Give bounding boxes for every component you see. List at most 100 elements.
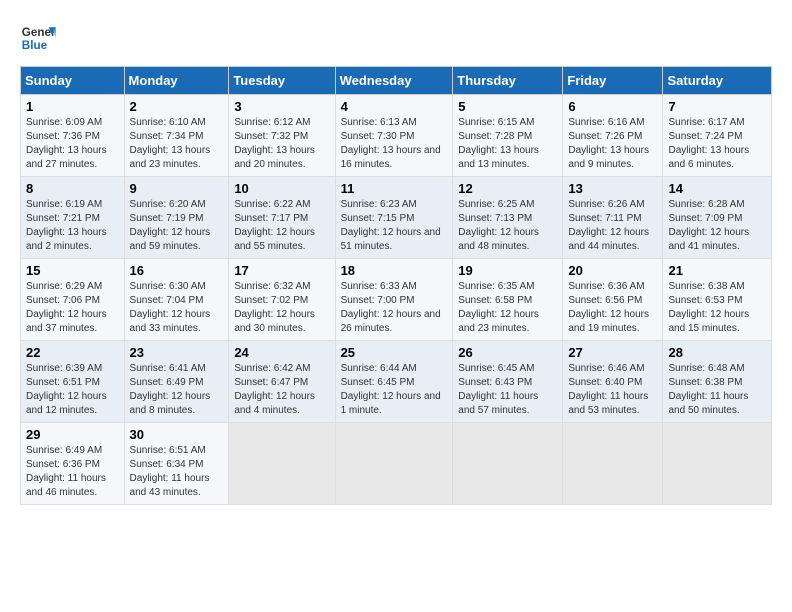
day-number: 29 bbox=[26, 427, 119, 442]
weekday-header: Thursday bbox=[453, 67, 563, 95]
calendar-day-cell bbox=[453, 423, 563, 505]
weekday-header: Friday bbox=[563, 67, 663, 95]
day-number: 27 bbox=[568, 345, 657, 360]
day-info: Sunrise: 6:16 AMSunset: 7:26 PMDaylight:… bbox=[568, 116, 657, 172]
day-info: Sunrise: 6:38 AMSunset: 6:53 PMDaylight:… bbox=[668, 280, 766, 336]
calendar-day-cell: 30Sunrise: 6:51 AMSunset: 6:34 PMDayligh… bbox=[124, 423, 229, 505]
calendar-day-cell: 2 Sunrise: 6:10 AMSunset: 7:34 PMDaylight… bbox=[124, 95, 229, 177]
calendar-week-row: 8 Sunrise: 6:19 AMSunset: 7:21 PMDaylight… bbox=[21, 177, 772, 259]
day-number: 10 bbox=[234, 181, 329, 196]
day-info: Sunrise: 6:49 AMSunset: 6:36 PMDaylight:… bbox=[26, 444, 119, 500]
weekday-header: Saturday bbox=[663, 67, 772, 95]
calendar-day-cell bbox=[229, 423, 335, 505]
day-number: 19 bbox=[458, 263, 557, 278]
day-number: 8 bbox=[26, 181, 119, 196]
day-number: 28 bbox=[668, 345, 766, 360]
calendar-day-cell: 23 Sunrise: 6:41 AMSunset: 6:49 PMDayligh… bbox=[124, 341, 229, 423]
calendar-day-cell: 6 Sunrise: 6:16 AMSunset: 7:26 PMDaylight… bbox=[563, 95, 663, 177]
calendar-day-cell: 29 Sunrise: 6:49 AMSunset: 6:36 PMDayligh… bbox=[21, 423, 125, 505]
calendar-day-cell bbox=[663, 423, 772, 505]
weekday-header-row: SundayMondayTuesdayWednesdayThursdayFrid… bbox=[21, 67, 772, 95]
day-number: 18 bbox=[341, 263, 448, 278]
calendar-day-cell: 17Sunrise: 6:32 AMSunset: 7:02 PMDayligh… bbox=[229, 259, 335, 341]
day-number: 2 bbox=[130, 99, 224, 114]
day-info: Sunrise: 6:45 AMSunset: 6:43 PMDaylight:… bbox=[458, 362, 557, 418]
calendar-day-cell: 18 Sunrise: 6:33 AMSunset: 7:00 PMDayligh… bbox=[335, 259, 453, 341]
day-info: Sunrise: 6:29 AMSunset: 7:06 PMDaylight:… bbox=[26, 280, 119, 336]
calendar-week-row: 29 Sunrise: 6:49 AMSunset: 6:36 PMDayligh… bbox=[21, 423, 772, 505]
day-info: Sunrise: 6:09 AMSunset: 7:36 PMDaylight:… bbox=[26, 116, 119, 172]
calendar-day-cell: 26Sunrise: 6:45 AMSunset: 6:43 PMDayligh… bbox=[453, 341, 563, 423]
calendar-day-cell: 10 Sunrise: 6:22 AMSunset: 7:17 PMDayligh… bbox=[229, 177, 335, 259]
calendar-week-row: 15 Sunrise: 6:29 AMSunset: 7:06 PMDayligh… bbox=[21, 259, 772, 341]
calendar-day-cell: 14 Sunrise: 6:28 AMSunset: 7:09 PMDayligh… bbox=[663, 177, 772, 259]
day-info: Sunrise: 6:35 AMSunset: 6:58 PMDaylight:… bbox=[458, 280, 557, 336]
calendar-day-cell: 25 Sunrise: 6:44 AMSunset: 6:45 PMDayligh… bbox=[335, 341, 453, 423]
calendar-day-cell: 19 Sunrise: 6:35 AMSunset: 6:58 PMDayligh… bbox=[453, 259, 563, 341]
day-info: Sunrise: 6:33 AMSunset: 7:00 PMDaylight:… bbox=[341, 280, 448, 336]
day-number: 17 bbox=[234, 263, 329, 278]
day-info: Sunrise: 6:36 AMSunset: 6:56 PMDaylight:… bbox=[568, 280, 657, 336]
calendar-day-cell: 7 Sunrise: 6:17 AMSunset: 7:24 PMDaylight… bbox=[663, 95, 772, 177]
calendar-day-cell: 15 Sunrise: 6:29 AMSunset: 7:06 PMDayligh… bbox=[21, 259, 125, 341]
day-info: Sunrise: 6:17 AMSunset: 7:24 PMDaylight:… bbox=[668, 116, 766, 172]
calendar-day-cell: 1 Sunrise: 6:09 AMSunset: 7:36 PMDaylight… bbox=[21, 95, 125, 177]
day-number: 30 bbox=[130, 427, 224, 442]
calendar-week-row: 1 Sunrise: 6:09 AMSunset: 7:36 PMDaylight… bbox=[21, 95, 772, 177]
calendar-day-cell: 16 Sunrise: 6:30 AMSunset: 7:04 PMDayligh… bbox=[124, 259, 229, 341]
day-number: 3 bbox=[234, 99, 329, 114]
day-info: Sunrise: 6:39 AMSunset: 6:51 PMDaylight:… bbox=[26, 362, 119, 418]
day-info: Sunrise: 6:46 AMSunset: 6:40 PMDaylight:… bbox=[568, 362, 657, 418]
day-number: 14 bbox=[668, 181, 766, 196]
calendar-day-cell: 12 Sunrise: 6:25 AMSunset: 7:13 PMDayligh… bbox=[453, 177, 563, 259]
calendar-day-cell: 11Sunrise: 6:23 AMSunset: 7:15 PMDayligh… bbox=[335, 177, 453, 259]
calendar-day-cell: 4Sunrise: 6:13 AMSunset: 7:30 PMDaylight… bbox=[335, 95, 453, 177]
day-number: 22 bbox=[26, 345, 119, 360]
day-number: 12 bbox=[458, 181, 557, 196]
day-number: 6 bbox=[568, 99, 657, 114]
calendar-day-cell: 9Sunrise: 6:20 AMSunset: 7:19 PMDaylight… bbox=[124, 177, 229, 259]
day-number: 5 bbox=[458, 99, 557, 114]
day-info: Sunrise: 6:30 AMSunset: 7:04 PMDaylight:… bbox=[130, 280, 224, 336]
day-number: 7 bbox=[668, 99, 766, 114]
day-number: 23 bbox=[130, 345, 224, 360]
day-number: 20 bbox=[568, 263, 657, 278]
calendar-day-cell bbox=[335, 423, 453, 505]
day-info: Sunrise: 6:22 AMSunset: 7:17 PMDaylight:… bbox=[234, 198, 329, 254]
day-info: Sunrise: 6:12 AMSunset: 7:32 PMDaylight:… bbox=[234, 116, 329, 172]
day-info: Sunrise: 6:10 AMSunset: 7:34 PMDaylight:… bbox=[130, 116, 224, 172]
day-number: 16 bbox=[130, 263, 224, 278]
calendar-day-cell: 13 Sunrise: 6:26 AMSunset: 7:11 PMDayligh… bbox=[563, 177, 663, 259]
day-number: 15 bbox=[26, 263, 119, 278]
day-number: 13 bbox=[568, 181, 657, 196]
day-number: 21 bbox=[668, 263, 766, 278]
day-info: Sunrise: 6:13 AMSunset: 7:30 PMDaylight:… bbox=[341, 116, 448, 172]
day-info: Sunrise: 6:48 AMSunset: 6:38 PMDaylight:… bbox=[668, 362, 766, 418]
calendar-day-cell: 3 Sunrise: 6:12 AMSunset: 7:32 PMDaylight… bbox=[229, 95, 335, 177]
day-info: Sunrise: 6:25 AMSunset: 7:13 PMDaylight:… bbox=[458, 198, 557, 254]
day-number: 11 bbox=[341, 181, 448, 196]
day-info: Sunrise: 6:42 AMSunset: 6:47 PMDaylight:… bbox=[234, 362, 329, 418]
weekday-header: Tuesday bbox=[229, 67, 335, 95]
day-info: Sunrise: 6:28 AMSunset: 7:09 PMDaylight:… bbox=[668, 198, 766, 254]
day-info: Sunrise: 6:44 AMSunset: 6:45 PMDaylight:… bbox=[341, 362, 448, 418]
day-number: 25 bbox=[341, 345, 448, 360]
day-info: Sunrise: 6:41 AMSunset: 6:49 PMDaylight:… bbox=[130, 362, 224, 418]
svg-text:Blue: Blue bbox=[22, 39, 48, 52]
day-number: 1 bbox=[26, 99, 119, 114]
weekday-header: Wednesday bbox=[335, 67, 453, 95]
calendar-day-cell: 5Sunrise: 6:15 AMSunset: 7:28 PMDaylight… bbox=[453, 95, 563, 177]
logo: General Blue bbox=[20, 20, 62, 56]
calendar-day-cell bbox=[563, 423, 663, 505]
day-info: Sunrise: 6:20 AMSunset: 7:19 PMDaylight:… bbox=[130, 198, 224, 254]
day-info: Sunrise: 6:26 AMSunset: 7:11 PMDaylight:… bbox=[568, 198, 657, 254]
day-number: 24 bbox=[234, 345, 329, 360]
day-info: Sunrise: 6:19 AMSunset: 7:21 PMDaylight:… bbox=[26, 198, 119, 254]
page-header: General Blue bbox=[20, 20, 772, 56]
calendar-day-cell: 24 Sunrise: 6:42 AMSunset: 6:47 PMDayligh… bbox=[229, 341, 335, 423]
calendar-week-row: 22 Sunrise: 6:39 AMSunset: 6:51 PMDayligh… bbox=[21, 341, 772, 423]
calendar-day-cell: 8 Sunrise: 6:19 AMSunset: 7:21 PMDaylight… bbox=[21, 177, 125, 259]
weekday-header: Sunday bbox=[21, 67, 125, 95]
weekday-header: Monday bbox=[124, 67, 229, 95]
calendar-day-cell: 28 Sunrise: 6:48 AMSunset: 6:38 PMDayligh… bbox=[663, 341, 772, 423]
